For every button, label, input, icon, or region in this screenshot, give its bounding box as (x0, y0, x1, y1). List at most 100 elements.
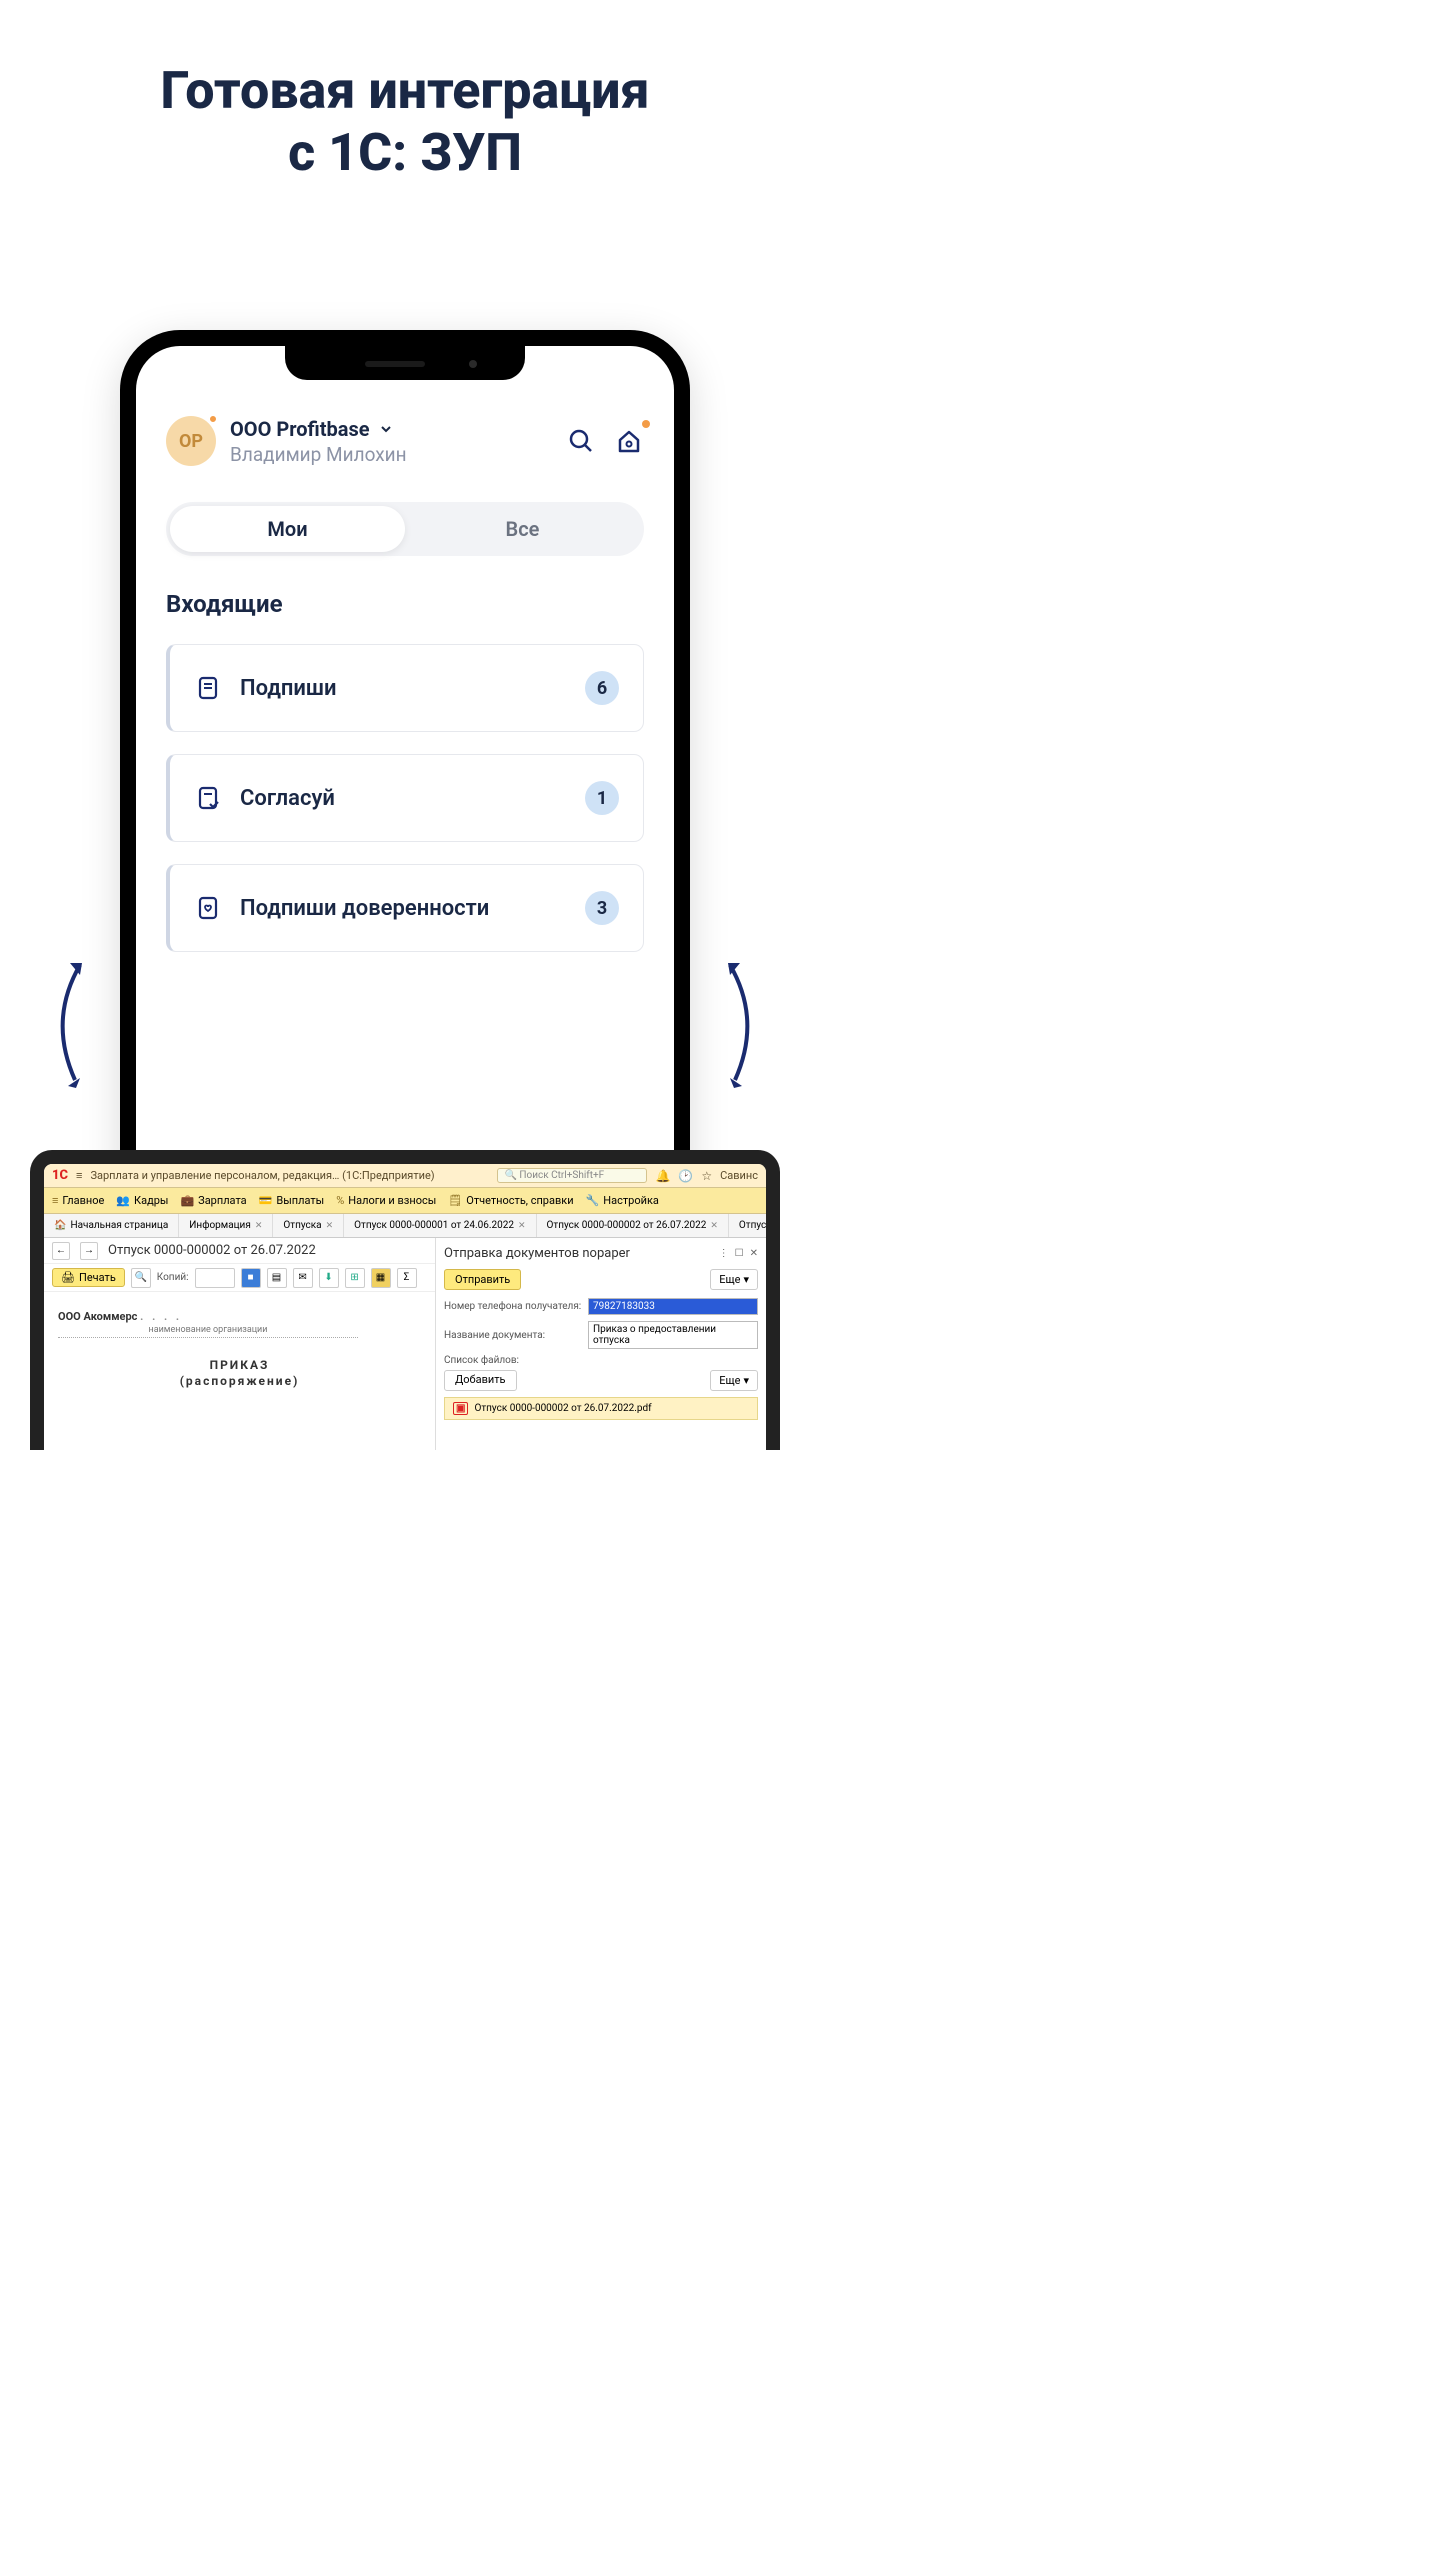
doc-prikaz: ПРИКАЗ (распоряжение) (58, 1358, 421, 1389)
panel-max-icon[interactable]: ☐ (735, 1248, 744, 1259)
avatar-notification-dot (208, 414, 218, 424)
home-notification-dot (642, 420, 650, 428)
onec-titlebar: 1С ≡ Зарплата и управление персоналом, р… (44, 1164, 766, 1188)
tab-home[interactable]: 🏠Начальная страница (44, 1214, 179, 1237)
sync-arrow-right (700, 960, 770, 1090)
tab-doc1[interactable]: Отпуск 0000-000001 от 24.06.2022✕ (344, 1214, 536, 1237)
search-icon (567, 427, 595, 455)
page-title: Готовая интеграция с 1С: ЗУП (0, 0, 810, 215)
tb-save[interactable]: ■ (241, 1268, 261, 1288)
files-label: Список файлов: (444, 1355, 758, 1366)
doc-org: ООО Акоммерс . . . . (58, 1310, 421, 1323)
print-button[interactable]: 🖨Печать (52, 1268, 125, 1287)
section-inbox-title: Входящие (166, 590, 644, 618)
caret-down-icon: ▾ (743, 1273, 749, 1286)
history-icon[interactable]: 🕑 (678, 1169, 693, 1183)
org-selector[interactable]: ООО Profitbase (230, 417, 552, 441)
pdf-icon: ▣ (453, 1402, 468, 1415)
menu-reports[interactable]: 🗒Отчетность, справки (448, 1194, 573, 1207)
card-label: Подпиши доверенности (240, 896, 567, 921)
menu-salary[interactable]: 💼Зарплата (180, 1194, 246, 1207)
card-sign-poa[interactable]: Подпиши доверенности 3 (166, 864, 644, 952)
list-icon: ≡ (52, 1194, 58, 1207)
menu-main[interactable]: ≡Главное (52, 1194, 104, 1207)
segmented-control: Мои Все (166, 502, 644, 556)
tb-col[interactable]: ▦ (371, 1268, 391, 1288)
send-button[interactable]: Отправить (444, 1269, 521, 1290)
tab-doc3[interactable]: Отпуск 0000-0 (729, 1214, 780, 1237)
copies-label: Копий: (157, 1272, 189, 1283)
user-name: Владимир Милохин (230, 443, 552, 466)
menu-taxes[interactable]: %Налоги и взносы (336, 1194, 436, 1207)
tb-mail[interactable]: ✉ (293, 1268, 313, 1288)
close-icon[interactable]: ✕ (518, 1221, 526, 1231)
file-item[interactable]: ▣ Отпуск 0000-000002 от 26.07.2022.pdf (444, 1397, 758, 1420)
percent-icon: % (336, 1194, 344, 1207)
card-sign[interactable]: Подпиши 6 (166, 644, 644, 732)
panel-title: Отправка документов nopaper (444, 1246, 630, 1261)
docname-label: Название документа: (444, 1330, 584, 1341)
tb-excel[interactable]: ⊞ (345, 1268, 365, 1288)
seg-all[interactable]: Все (405, 506, 640, 552)
copies-input[interactable] (195, 1268, 235, 1288)
onec-nav: ← → Отпуск 0000-000002 от 26.07.2022 (44, 1238, 435, 1264)
doc-title: Отпуск 0000-000002 от 26.07.2022 (108, 1243, 316, 1258)
home-button[interactable] (614, 426, 644, 456)
phone-notch (285, 346, 525, 380)
close-icon[interactable]: ✕ (326, 1221, 334, 1231)
doc-org-sub: наименование организации (58, 1325, 358, 1338)
panel-close-icon[interactable]: ✕ (750, 1248, 758, 1259)
more-button-2[interactable]: Еще▾ (710, 1370, 758, 1391)
count-badge: 6 (585, 671, 619, 705)
onec-search[interactable]: 🔍 Поиск Ctrl+Shift+F (497, 1168, 647, 1183)
report-icon: 🗒 (448, 1194, 462, 1207)
onec-user[interactable]: Савинс (720, 1169, 758, 1182)
zoom-button[interactable]: 🔍 (131, 1268, 151, 1288)
card-approve[interactable]: Согласуй 1 (166, 754, 644, 842)
tab-info[interactable]: Информация✕ (179, 1214, 273, 1237)
close-icon[interactable]: ✕ (710, 1221, 718, 1231)
bell-icon[interactable]: 🔔 (655, 1169, 670, 1183)
hamburger-icon[interactable]: ≡ (76, 1169, 82, 1182)
star-icon[interactable]: ☆ (701, 1169, 712, 1183)
onec-toolbar: 🖨Печать 🔍 Копий: ■ ▤ ✉ ⬇ ⊞ ▦ Σ (44, 1264, 435, 1292)
card-label: Согласуй (240, 786, 567, 811)
phone-input[interactable]: 79827183033 (588, 1298, 758, 1315)
onec-doc-area: ← → Отпуск 0000-000002 от 26.07.2022 🖨Пе… (44, 1238, 436, 1450)
sync-arrow-left (40, 960, 110, 1090)
more-button[interactable]: Еще▾ (710, 1269, 758, 1290)
close-icon[interactable]: ✕ (255, 1221, 263, 1231)
onec-logo: 1С (52, 1168, 68, 1183)
tab-doc2[interactable]: Отпуск 0000-000002 от 26.07.2022✕ (537, 1214, 729, 1237)
onec-main-menu: ≡Главное 👥Кадры 💼Зарплата 💳Выплаты %Нало… (44, 1188, 766, 1214)
tb-open[interactable]: ▤ (267, 1268, 287, 1288)
count-badge: 3 (585, 891, 619, 925)
nav-back[interactable]: ← (52, 1242, 70, 1260)
document-check-icon (194, 784, 222, 812)
tb-export[interactable]: ⬇ (319, 1268, 339, 1288)
avatar[interactable]: OP (166, 416, 216, 466)
nav-forward[interactable]: → (80, 1242, 98, 1260)
document-icon (194, 674, 222, 702)
wallet-icon: 💳 (259, 1194, 273, 1207)
card-label: Подпиши (240, 676, 567, 701)
count-badge: 1 (585, 781, 619, 815)
add-button[interactable]: Добавить (444, 1370, 517, 1391)
menu-payments[interactable]: 💳Выплаты (259, 1194, 325, 1207)
onec-tabs: 🏠Начальная страница Информация✕ Отпуска✕… (44, 1214, 766, 1238)
panel-dots-icon[interactable]: ⋮ (719, 1248, 729, 1259)
menu-settings[interactable]: 🔧Настройка (586, 1194, 659, 1207)
search-button[interactable] (566, 426, 596, 456)
docname-input[interactable]: Приказ о предоставлении отпуска (588, 1321, 758, 1349)
tb-sum[interactable]: Σ (397, 1268, 417, 1288)
document-heart-icon (194, 894, 222, 922)
seg-my[interactable]: Мои (170, 506, 405, 552)
tab-holidays[interactable]: Отпуска✕ (273, 1214, 344, 1237)
phone-mockup: OP ООО Profitbase Владимир Милохин (120, 330, 690, 1230)
home-icon (614, 426, 644, 456)
wrench-icon: 🔧 (586, 1194, 600, 1207)
home2-icon: 🏠 (54, 1220, 66, 1231)
menu-hr[interactable]: 👥Кадры (116, 1194, 168, 1207)
nopaper-panel: Отправка документов nopaper ⋮ ☐ ✕ Отправ… (436, 1238, 766, 1450)
briefcase-icon: 💼 (180, 1194, 194, 1207)
